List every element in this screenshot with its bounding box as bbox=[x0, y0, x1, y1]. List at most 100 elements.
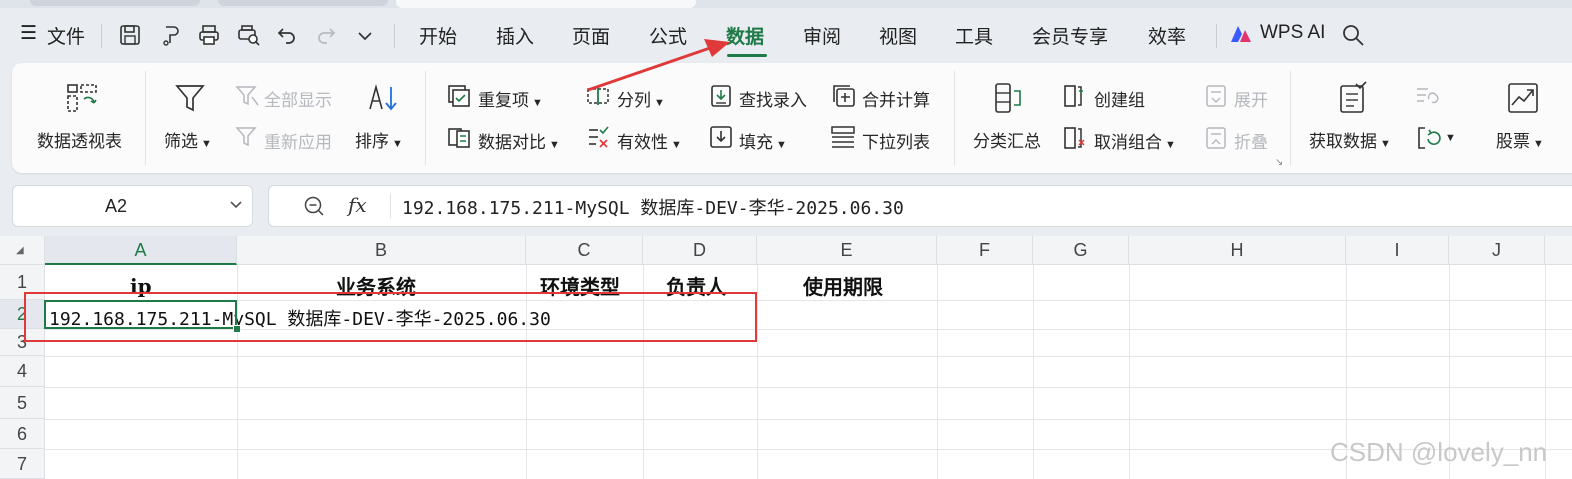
save-icon[interactable] bbox=[119, 24, 141, 46]
column-header-i[interactable]: I bbox=[1346, 236, 1449, 265]
annotation-arrow-icon bbox=[587, 39, 730, 92]
print-preview-icon[interactable] bbox=[237, 24, 261, 46]
wps-ai-button[interactable]: WPS AI bbox=[1260, 22, 1325, 44]
wps-ai-logo-icon[interactable] bbox=[1229, 24, 1253, 44]
column-header-b[interactable]: B bbox=[237, 236, 526, 265]
duplicates-label: 重复项 bbox=[478, 91, 529, 110]
show-all-button[interactable]: 全部显示 bbox=[264, 86, 332, 111]
file-menu[interactable]: 文件 bbox=[47, 22, 85, 49]
column-header-d[interactable]: D bbox=[643, 236, 757, 265]
filter-icon bbox=[175, 85, 205, 112]
row-header-7[interactable]: 7 bbox=[0, 449, 45, 479]
subtotal-icon bbox=[995, 83, 1021, 113]
gridline bbox=[45, 419, 1572, 420]
divider bbox=[1216, 24, 1217, 48]
chevron-down-icon: ▼ bbox=[1380, 138, 1391, 150]
group-dialog-launcher-icon[interactable]: ↘ bbox=[1275, 157, 1283, 168]
pivot-table-button[interactable]: 数据透视表 bbox=[37, 127, 122, 152]
ungroup-button[interactable]: 取消组合 ▼ bbox=[1094, 128, 1176, 153]
name-box[interactable]: A2 bbox=[12, 185, 253, 227]
consolidate-button[interactable]: 合并计算 bbox=[862, 86, 930, 111]
column-header-j[interactable]: J bbox=[1449, 236, 1545, 265]
column-header-e[interactable]: E bbox=[757, 236, 937, 265]
sort-button[interactable]: 排序 ▼ bbox=[355, 127, 403, 152]
tab-home[interactable]: 开始 bbox=[419, 22, 457, 49]
column-header-f[interactable]: F bbox=[937, 236, 1033, 265]
divider bbox=[394, 24, 395, 48]
fill-label: 填充 bbox=[739, 133, 773, 152]
formula-content[interactable]: 192.168.175.211-MySQL 数据库-DEV-李华-2025.06… bbox=[402, 194, 904, 220]
subtotal-button[interactable]: 分类汇总 bbox=[973, 127, 1041, 152]
row-header-4[interactable]: 4 bbox=[0, 356, 45, 387]
ungroup-icon bbox=[1064, 127, 1085, 149]
tab-insert[interactable]: 插入 bbox=[496, 22, 534, 49]
column-header-g[interactable]: G bbox=[1033, 236, 1129, 265]
formula-bar[interactable]: fx 192.168.175.211-MySQL 数据库-DEV-李华-2025… bbox=[268, 185, 1572, 227]
document-tab-active[interactable] bbox=[396, 0, 696, 8]
fill-icon bbox=[710, 126, 732, 148]
lookup-entry-button[interactable]: 查找录入 bbox=[739, 86, 807, 111]
chevron-down-icon: ▼ bbox=[549, 139, 560, 151]
create-group-icon bbox=[1064, 85, 1083, 107]
row-header-5[interactable]: 5 bbox=[0, 387, 45, 419]
chevron-down-icon[interactable] bbox=[229, 200, 243, 210]
chevron-down-icon: ▼ bbox=[671, 139, 682, 151]
document-tab[interactable] bbox=[218, 0, 388, 6]
chevron-down-icon[interactable]: ▼ bbox=[1445, 132, 1456, 144]
create-group-button[interactable]: 创建组 bbox=[1094, 86, 1145, 111]
chevron-down-icon: ▼ bbox=[654, 97, 665, 109]
duplicates-button[interactable]: 重复项 ▼ bbox=[478, 86, 543, 111]
get-data-button[interactable]: 获取数据 ▼ bbox=[1309, 127, 1391, 152]
redo-icon[interactable] bbox=[315, 24, 337, 46]
dropdown-list-button[interactable]: 下拉列表 bbox=[862, 128, 930, 153]
menu-bar: ☰ 文件 开始 插入 页面 公式 数据 审阅 视图 工具 会员专享 效率 WPS… bbox=[0, 8, 1572, 62]
validity-button[interactable]: 有效性 ▼ bbox=[617, 128, 682, 153]
sort-label: 排序 bbox=[355, 132, 389, 151]
reapply-button[interactable]: 重新应用 bbox=[264, 128, 332, 153]
undo-icon[interactable] bbox=[276, 24, 298, 46]
chevron-down-icon[interactable] bbox=[356, 30, 374, 42]
validity-icon bbox=[589, 126, 609, 148]
gridline bbox=[45, 387, 1572, 388]
gridline bbox=[1033, 265, 1034, 479]
tab-review[interactable]: 审阅 bbox=[803, 22, 841, 49]
tab-efficiency[interactable]: 效率 bbox=[1148, 22, 1186, 49]
search-icon[interactable] bbox=[1341, 23, 1365, 47]
select-all-corner[interactable]: ◢ bbox=[0, 236, 45, 265]
chevron-down-icon: ▼ bbox=[392, 138, 403, 150]
format-painter-icon[interactable] bbox=[160, 24, 182, 46]
refresh-data-icon[interactable] bbox=[1416, 125, 1442, 151]
document-tab[interactable] bbox=[30, 0, 200, 6]
tab-view[interactable]: 视图 bbox=[879, 22, 917, 49]
filter-label: 筛选 bbox=[164, 132, 198, 151]
insert-function-button[interactable]: fx bbox=[348, 193, 367, 217]
show-all-icon bbox=[235, 86, 259, 106]
stocks-button[interactable]: 股票 ▼ bbox=[1496, 127, 1544, 152]
filter-button[interactable]: 筛选 ▼ bbox=[164, 127, 212, 152]
menu-list-icon[interactable]: ☰ bbox=[20, 22, 37, 45]
cell-e1[interactable]: 使用期限 bbox=[803, 271, 883, 300]
reapply-icon bbox=[235, 127, 257, 147]
row-header-6[interactable]: 6 bbox=[0, 419, 45, 449]
data-compare-button[interactable]: 数据对比 ▼ bbox=[478, 128, 560, 153]
validity-label: 有效性 bbox=[617, 133, 668, 152]
fill-button[interactable]: 填充 ▼ bbox=[739, 128, 787, 153]
chevron-down-icon: ▼ bbox=[1533, 138, 1544, 150]
expand-button[interactable]: 展开 bbox=[1234, 86, 1268, 111]
get-data-label: 获取数据 bbox=[1309, 132, 1377, 151]
zoom-icon[interactable] bbox=[303, 195, 325, 217]
column-header-c[interactable]: C bbox=[526, 236, 643, 265]
column-header-h[interactable]: H bbox=[1129, 236, 1346, 265]
divider bbox=[1290, 71, 1291, 165]
watermark: CSDN @lovely_nn bbox=[1330, 437, 1548, 467]
chevron-down-icon: ▼ bbox=[532, 97, 543, 109]
tab-tools[interactable]: 工具 bbox=[955, 22, 993, 49]
print-icon[interactable] bbox=[198, 24, 220, 46]
divider bbox=[954, 71, 955, 165]
column-header-k[interactable] bbox=[1545, 236, 1572, 265]
column-header-a[interactable]: A bbox=[45, 236, 237, 265]
tab-member[interactable]: 会员专享 bbox=[1032, 22, 1108, 49]
collapse-button[interactable]: 折叠 bbox=[1234, 128, 1268, 153]
sort-icon bbox=[369, 83, 397, 111]
data-compare-icon bbox=[448, 128, 470, 148]
